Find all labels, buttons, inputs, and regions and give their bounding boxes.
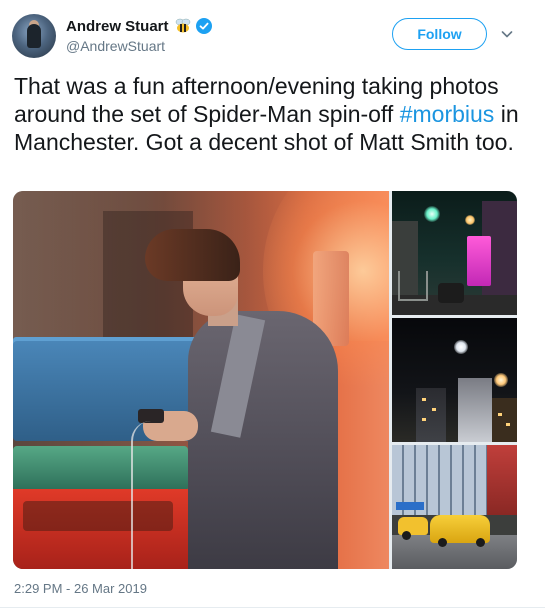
photo-main[interactable] (13, 191, 389, 569)
follow-button[interactable]: Follow (392, 18, 487, 50)
divider (0, 607, 545, 608)
media-grid (13, 191, 517, 569)
tweet-header: Andrew Stuart @AndrewStuart Follow (12, 14, 533, 58)
photo-night-buildings[interactable] (392, 318, 517, 442)
bee-icon (174, 18, 192, 34)
tweet-timestamp[interactable]: 2:29 PM - 26 Mar 2019 (14, 581, 147, 596)
hashtag-link[interactable]: #morbius (400, 101, 495, 127)
verified-badge-icon (195, 18, 212, 34)
chevron-down-icon[interactable] (499, 26, 515, 42)
photo-street-night[interactable] (392, 191, 517, 315)
tweet-text: That was a fun afternoon/evening taking … (14, 72, 529, 156)
avatar[interactable] (12, 14, 56, 58)
avatar-figure-shape (27, 24, 41, 48)
photo-taxis-street[interactable] (392, 445, 517, 569)
author-handle[interactable]: @AndrewStuart (66, 38, 165, 54)
author-display-name[interactable]: Andrew Stuart (66, 18, 169, 35)
author-name-row: Andrew Stuart (66, 16, 212, 36)
